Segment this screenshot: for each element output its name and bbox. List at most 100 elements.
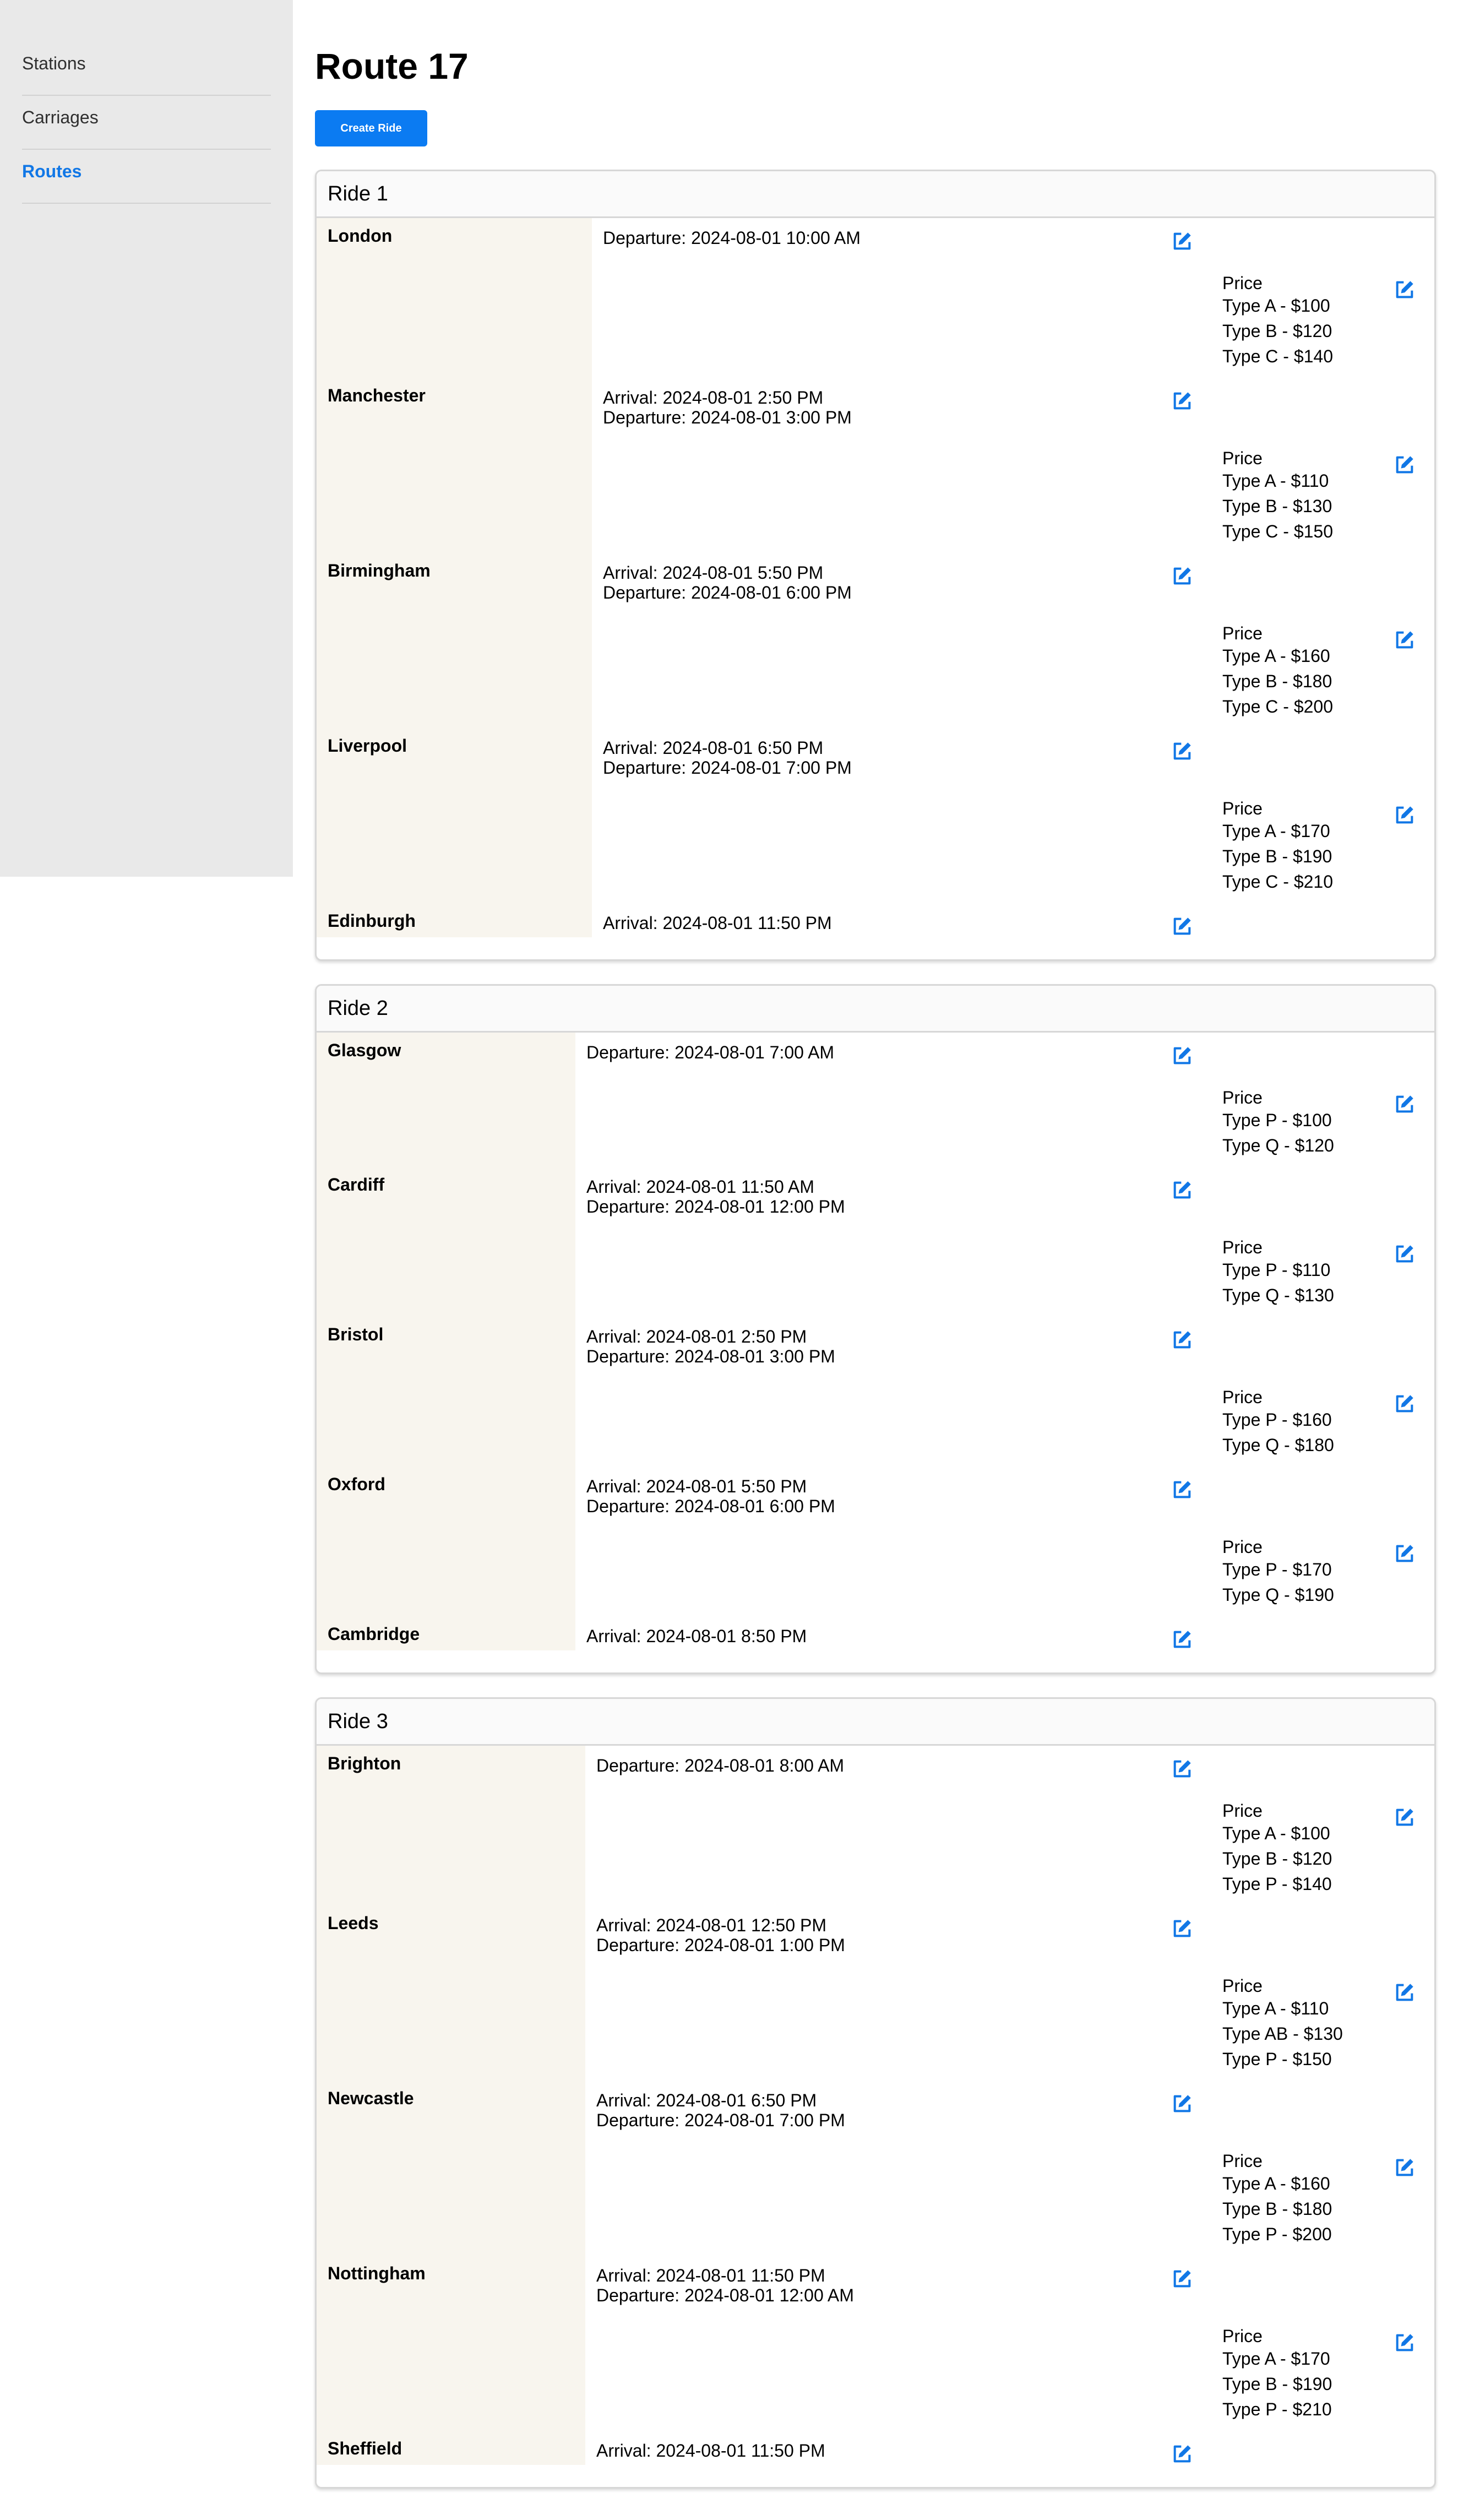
price-item: Type A - $100 (1222, 296, 1330, 316)
edit-schedule-icon[interactable] (1171, 230, 1193, 252)
edit-schedule-icon[interactable] (1171, 1479, 1193, 1501)
station-name: Newcastle (317, 2081, 585, 2256)
price-item: Type B - $190 (1222, 2374, 1332, 2394)
edit-price-icon[interactable] (1394, 1393, 1416, 1415)
time-line: Arrival: 2024-08-01 5:50 PM (603, 563, 824, 583)
schedule-times: Arrival: 2024-08-01 2:50 PM Departure: 20… (575, 1317, 1171, 1366)
time-line: Departure: 2024-08-01 12:00 AM (596, 2285, 854, 2305)
edit-price-icon[interactable] (1394, 454, 1416, 476)
station-name: Manchester (317, 378, 592, 553)
time-line: Departure: 2024-08-01 3:00 PM (603, 408, 852, 427)
price-list: Price Type A - $100 Type B - $120 Type P - … (1222, 1796, 1394, 1897)
edit-price-icon[interactable] (1394, 1981, 1416, 2003)
time-line: Departure: 2024-08-01 7:00 PM (596, 2110, 845, 2130)
price-item: Type C - $200 (1222, 697, 1333, 716)
edit-schedule-icon[interactable] (1171, 1628, 1193, 1650)
schedule-times: Arrival: 2024-08-01 6:50 PM Departure: 20… (585, 2081, 1171, 2130)
stop-row: Newcastle Arrival: 2024-08-01 6:50 PM Depa… (317, 2081, 1434, 2256)
stop-row: Manchester Arrival: 2024-08-01 2:50 PM Dep… (317, 378, 1434, 553)
stop-row: Oxford Arrival: 2024-08-01 5:50 PM Departu… (317, 1467, 1434, 1616)
edit-schedule-icon[interactable] (1171, 1758, 1193, 1780)
price-list: Price Type P - $100 Type Q - $120 (1222, 1083, 1394, 1158)
price-heading: Price (1222, 2326, 1263, 2346)
price-item: Type Q - $120 (1222, 1136, 1334, 1155)
schedule-times: Arrival: 2024-08-01 6:50 PM Departure: 20… (592, 728, 1171, 778)
schedule-times: Arrival: 2024-08-01 11:50 PM Departure: 2… (585, 2256, 1171, 2305)
price-heading: Price (1222, 623, 1263, 643)
station-name: Cambridge (317, 1616, 575, 1650)
stop-row: Cardiff Arrival: 2024-08-01 11:50 AM Depar… (317, 1167, 1434, 1317)
ride-stops: Brighton Departure: 2024-08-01 8:00 AM Pri… (317, 1746, 1434, 2487)
price-list: Price Type P - $160 Type Q - $180 (1222, 1383, 1394, 1458)
schedule-times: Arrival: 2024-08-01 5:50 PM Departure: 20… (592, 553, 1171, 602)
stop-row: Cambridge Arrival: 2024-08-01 8:50 PM (317, 1616, 1434, 1650)
stop-row: Bristol Arrival: 2024-08-01 2:50 PM Depart… (317, 1317, 1434, 1467)
time-line: Departure: 2024-08-01 3:00 PM (586, 1346, 835, 1366)
price-item: Type B - $180 (1222, 2199, 1332, 2219)
price-item: Type P - $160 (1222, 1410, 1332, 1430)
price-heading: Price (1222, 799, 1263, 818)
sidebar-item-carriages[interactable]: Carriages (22, 96, 271, 150)
price-item: Type P - $200 (1222, 2224, 1332, 2244)
edit-schedule-icon[interactable] (1171, 1179, 1193, 1201)
stop-row: Liverpool Arrival: 2024-08-01 6:50 PM Depa… (317, 728, 1434, 903)
price-list: Price Type A - $170 Type B - $190 Type C - … (1222, 794, 1394, 894)
price-heading: Price (1222, 1237, 1263, 1257)
stop-row: Glasgow Departure: 2024-08-01 7:00 AM Pric… (317, 1033, 1434, 1167)
price-list: Price Type A - $160 Type B - $180 Type C - … (1222, 619, 1394, 719)
edit-price-icon[interactable] (1394, 1806, 1416, 1828)
edit-schedule-icon[interactable] (1171, 1045, 1193, 1067)
price-heading: Price (1222, 1537, 1263, 1557)
edit-schedule-icon[interactable] (1171, 915, 1193, 937)
ride-card: Ride 2 Glasgow Departure: 2024-08-01 7:00 … (315, 984, 1436, 1674)
edit-schedule-icon[interactable] (1171, 565, 1193, 587)
edit-price-icon[interactable] (1394, 1093, 1416, 1115)
edit-price-icon[interactable] (1394, 1243, 1416, 1265)
price-heading: Price (1222, 1088, 1263, 1107)
ride-title: Ride 3 (317, 1699, 1434, 1746)
edit-price-icon[interactable] (1394, 804, 1416, 826)
edit-schedule-icon[interactable] (1171, 740, 1193, 762)
price-item: Type AB - $130 (1222, 2024, 1343, 2044)
time-line: Arrival: 2024-08-01 6:50 PM (603, 738, 824, 758)
price-heading: Price (1222, 273, 1263, 293)
sidebar-item-stations[interactable]: Stations (22, 42, 271, 96)
edit-schedule-icon[interactable] (1171, 1918, 1193, 1940)
edit-schedule-icon[interactable] (1171, 2443, 1193, 2465)
price-item: Type P - $140 (1222, 1874, 1332, 1894)
edit-price-icon[interactable] (1394, 629, 1416, 651)
sidebar-item-routes[interactable]: Routes (22, 150, 271, 204)
schedule-times: Arrival: 2024-08-01 12:50 PM Departure: 2… (585, 1905, 1171, 1955)
schedule-times: Arrival: 2024-08-01 5:50 PM Departure: 20… (575, 1467, 1171, 1516)
time-line: Departure: 2024-08-01 10:00 AM (603, 228, 861, 248)
price-item: Type A - $110 (1222, 471, 1329, 491)
edit-price-icon[interactable] (1394, 1543, 1416, 1565)
station-name: London (317, 218, 592, 378)
time-line: Arrival: 2024-08-01 11:50 PM (596, 2266, 825, 2285)
schedule-times: Departure: 2024-08-01 8:00 AM (585, 1746, 1171, 1775)
price-item: Type P - $150 (1222, 2049, 1332, 2069)
edit-price-icon[interactable] (1394, 2157, 1416, 2179)
price-item: Type A - $170 (1222, 821, 1330, 841)
edit-price-icon[interactable] (1394, 279, 1416, 301)
stop-row: Edinburgh Arrival: 2024-08-01 11:50 PM (317, 903, 1434, 937)
price-item: Type B - $180 (1222, 671, 1332, 691)
ride-stops: Glasgow Departure: 2024-08-01 7:00 AM Pric… (317, 1033, 1434, 1672)
price-list: Price Type A - $110 Type B - $130 Type C - … (1222, 444, 1394, 544)
price-item: Type C - $210 (1222, 872, 1333, 892)
stop-row: Nottingham Arrival: 2024-08-01 11:50 PM De… (317, 2256, 1434, 2431)
edit-price-icon[interactable] (1394, 2332, 1416, 2354)
edit-schedule-icon[interactable] (1171, 1329, 1193, 1351)
price-item: Type A - $110 (1222, 1998, 1329, 2018)
price-list: Price Type A - $160 Type B - $180 Type P - … (1222, 2147, 1394, 2247)
edit-schedule-icon[interactable] (1171, 390, 1193, 412)
edit-schedule-icon[interactable] (1171, 2093, 1193, 2115)
edit-schedule-icon[interactable] (1171, 2268, 1193, 2290)
create-ride-button[interactable]: Create Ride (315, 110, 427, 146)
price-item: Type A - $160 (1222, 646, 1330, 666)
schedule-times: Arrival: 2024-08-01 8:50 PM (575, 1616, 1171, 1646)
time-line: Departure: 2024-08-01 1:00 PM (596, 1935, 845, 1955)
price-item: Type P - $170 (1222, 1560, 1332, 1579)
station-name: Bristol (317, 1317, 575, 1467)
station-name: Glasgow (317, 1033, 575, 1167)
